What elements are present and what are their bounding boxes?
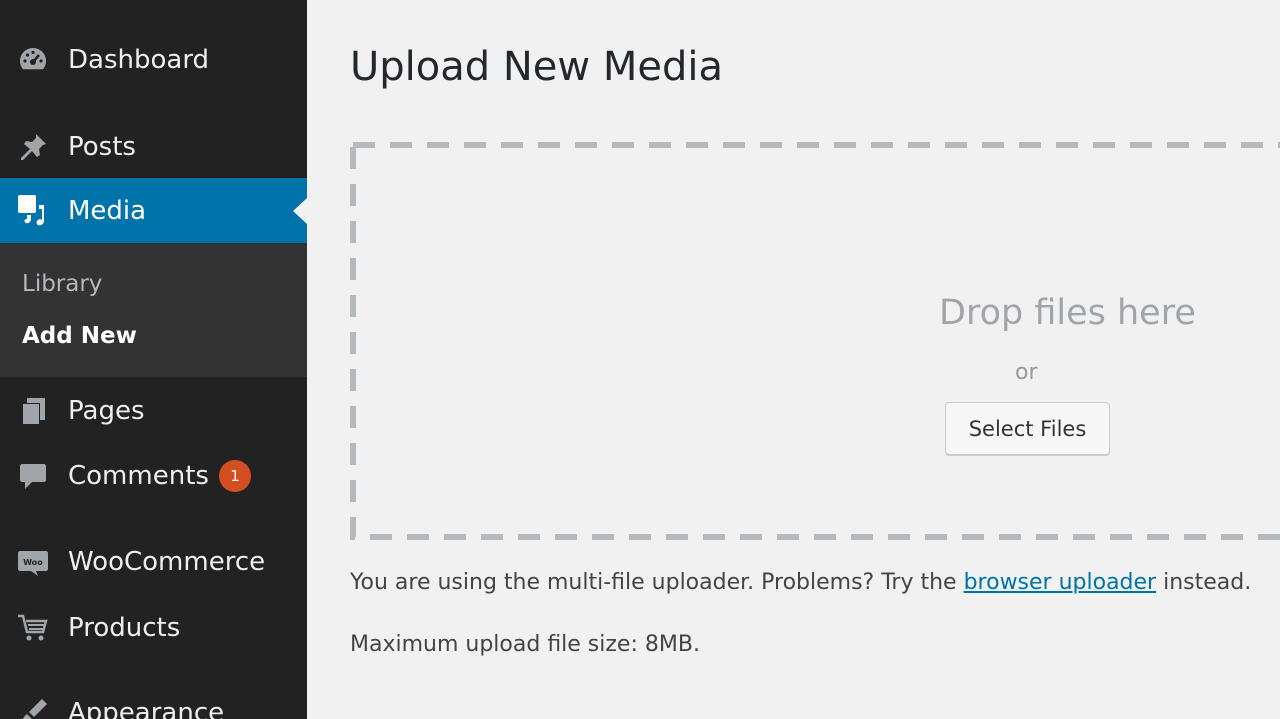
menu-label-woocommerce: WooCommerce (68, 547, 266, 577)
pin-icon (14, 128, 52, 166)
page-title: Upload New Media (350, 44, 723, 90)
svg-text:Woo: Woo (23, 558, 43, 567)
menu-label-pages: Pages (68, 396, 145, 426)
uploader-notice-suffix: instead. (1156, 570, 1252, 595)
uploader-notice: You are using the multi-file uploader. P… (350, 570, 1251, 595)
drop-files-text: Drop files here (939, 293, 1196, 333)
select-files-button[interactable]: Select Files (945, 402, 1110, 455)
main-content: Upload New Media Drop files here or Sele… (307, 0, 1280, 719)
max-upload-size: Maximum upload file size: 8MB. (350, 632, 700, 657)
menu-item-dashboard[interactable]: Dashboard (0, 27, 307, 93)
submenu-item-add-new[interactable]: Add New (22, 323, 137, 349)
menu-label-media: Media (68, 196, 147, 226)
menu-item-comments[interactable]: Comments 1 (0, 443, 307, 509)
menu-item-products[interactable]: Products (0, 595, 307, 661)
media-submenu: Library Add New (0, 243, 307, 377)
uploader-notice-prefix: You are using the multi-file uploader. P… (350, 570, 964, 595)
menu-label-products: Products (68, 613, 181, 643)
menu-label-comments: Comments (68, 461, 209, 491)
browser-uploader-link[interactable]: browser uploader (964, 570, 1157, 595)
current-pointer (293, 198, 307, 224)
comment-icon (14, 457, 52, 495)
menu-item-posts[interactable]: Posts (0, 114, 307, 180)
menu-item-pages[interactable]: Pages (0, 378, 307, 444)
admin-sidebar: Dashboard Posts Media Library Add New Pa… (0, 0, 307, 719)
brush-icon (14, 694, 52, 719)
media-icon (14, 192, 52, 230)
cart-icon (14, 609, 52, 647)
pages-icon (14, 392, 52, 430)
drop-zone-border (350, 142, 1280, 540)
menu-label-appearance: Appearance (68, 698, 225, 719)
woocommerce-icon: Woo (14, 543, 52, 581)
drop-zone[interactable]: Drop files here or Select Files (350, 142, 1280, 540)
menu-item-appearance[interactable]: Appearance (0, 680, 307, 719)
menu-item-media[interactable]: Media (0, 178, 307, 244)
menu-item-woocommerce[interactable]: Woo WooCommerce (0, 529, 307, 595)
drop-or-text: or (1015, 360, 1038, 385)
dashboard-icon (14, 41, 52, 79)
submenu-item-library[interactable]: Library (22, 271, 102, 297)
menu-label-posts: Posts (68, 132, 136, 162)
menu-label-dashboard: Dashboard (68, 45, 210, 75)
comment-count-badge: 1 (219, 460, 251, 492)
